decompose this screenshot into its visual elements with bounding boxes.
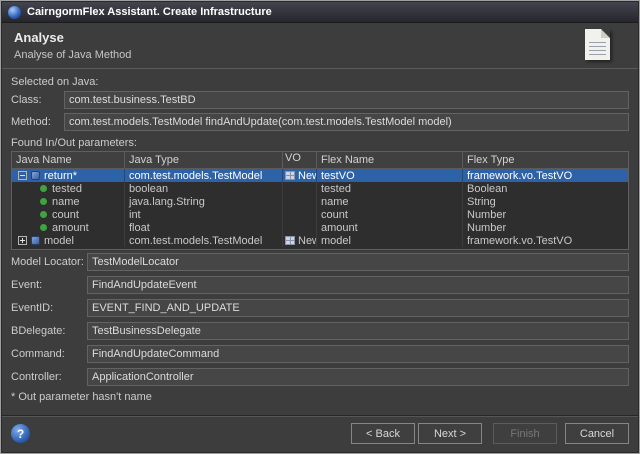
app-icon bbox=[8, 5, 21, 19]
page-subtitle: Analyse of Java Method bbox=[14, 49, 132, 61]
java-name: model bbox=[44, 234, 74, 247]
vo-new-icon bbox=[285, 171, 295, 180]
flex-name: tested bbox=[321, 182, 351, 195]
wizard-dialog: CairngormFlex Assistant. Create Infrastr… bbox=[0, 0, 640, 454]
table-row-return[interactable]: return* com.test.models.TestModel New te… bbox=[12, 169, 628, 182]
eventid-row: EventID: bbox=[11, 299, 629, 317]
event-row: Event: bbox=[11, 276, 629, 294]
class-row: Class: bbox=[11, 91, 629, 109]
vo-value: New bbox=[298, 169, 316, 182]
event-label: Event: bbox=[11, 279, 43, 291]
col-vo[interactable]: VO bbox=[283, 152, 317, 168]
controller-row: Controller: bbox=[11, 368, 629, 386]
cancel-button[interactable]: Cancel bbox=[565, 423, 629, 444]
wizard-header: Analyse Analyse of Java Method bbox=[2, 23, 638, 69]
flex-type: framework.vo.TestVO bbox=[467, 234, 573, 247]
java-type: com.test.models.TestModel bbox=[129, 234, 263, 247]
vo-new-icon bbox=[285, 236, 295, 245]
col-flex-name[interactable]: Flex Name bbox=[317, 152, 463, 168]
command-input[interactable] bbox=[87, 345, 629, 363]
flex-type: framework.vo.TestVO bbox=[467, 169, 573, 182]
table-row-model[interactable]: model com.test.models.TestModel New mode… bbox=[12, 234, 628, 247]
parameter-icon bbox=[40, 224, 47, 231]
col-java-type[interactable]: Java Type bbox=[125, 152, 283, 168]
separator bbox=[2, 415, 638, 417]
parameter-icon bbox=[40, 185, 47, 192]
java-type: java.lang.String bbox=[129, 195, 205, 208]
event-input[interactable] bbox=[87, 276, 629, 294]
help-icon: ? bbox=[16, 426, 25, 441]
footnote: * Out parameter hasn't name bbox=[11, 391, 152, 403]
expand-icon[interactable] bbox=[18, 236, 27, 245]
flex-name: count bbox=[321, 208, 348, 221]
java-type: int bbox=[129, 208, 141, 221]
document-icon bbox=[585, 29, 610, 60]
java-name: count bbox=[52, 208, 79, 221]
java-type: float bbox=[129, 221, 150, 234]
help-button[interactable]: ? bbox=[11, 424, 30, 443]
controller-label: Controller: bbox=[11, 371, 62, 383]
model-locator-label: Model Locator: bbox=[11, 256, 84, 268]
controller-input[interactable] bbox=[87, 368, 629, 386]
java-name: return* bbox=[44, 169, 78, 182]
command-label: Command: bbox=[11, 348, 65, 360]
table-row-amount[interactable]: amount float amount Number bbox=[12, 221, 628, 234]
vo-value: New bbox=[298, 234, 316, 247]
flex-type: Boolean bbox=[467, 182, 508, 195]
class-icon bbox=[31, 236, 40, 245]
table-row-tested[interactable]: tested boolean tested Boolean bbox=[12, 182, 628, 195]
model-locator-row: Model Locator: bbox=[11, 253, 629, 271]
flex-type: Number bbox=[467, 208, 507, 221]
finish-button[interactable]: Finish bbox=[493, 423, 557, 444]
flex-type: String bbox=[467, 195, 496, 208]
collapse-icon[interactable] bbox=[18, 171, 27, 180]
page-title: Analyse bbox=[14, 30, 64, 45]
java-type: com.test.models.TestModel bbox=[129, 169, 263, 182]
flex-type: Number bbox=[467, 221, 507, 234]
table-row-count[interactable]: count int count Number bbox=[12, 208, 628, 221]
method-input[interactable] bbox=[64, 113, 629, 131]
java-name: tested bbox=[52, 182, 82, 195]
next-button[interactable]: Next > bbox=[418, 423, 482, 444]
back-button[interactable]: < Back bbox=[351, 423, 415, 444]
parameters-label: Found In/Out parameters: bbox=[11, 137, 137, 149]
model-locator-input[interactable] bbox=[87, 253, 629, 271]
eventid-input[interactable] bbox=[87, 299, 629, 317]
flex-name: testVO bbox=[321, 169, 355, 182]
class-icon bbox=[31, 171, 40, 180]
command-row: Command: bbox=[11, 345, 629, 363]
parameter-icon bbox=[40, 198, 47, 205]
bdelegate-input[interactable] bbox=[87, 322, 629, 340]
flex-name: name bbox=[321, 195, 349, 208]
java-name: name bbox=[52, 195, 80, 208]
method-row: Method: bbox=[11, 113, 629, 131]
selected-on-java-label: Selected on Java: bbox=[11, 76, 99, 88]
parameter-icon bbox=[40, 211, 47, 218]
bdelegate-label: BDelegate: bbox=[11, 325, 66, 337]
window-title: CairngormFlex Assistant. Create Infrastr… bbox=[27, 6, 272, 18]
eventid-label: EventID: bbox=[11, 302, 54, 314]
flex-name: model bbox=[321, 234, 351, 247]
class-label: Class: bbox=[11, 94, 42, 106]
table-row-name[interactable]: name java.lang.String name String bbox=[12, 195, 628, 208]
class-input[interactable] bbox=[64, 91, 629, 109]
col-flex-type[interactable]: Flex Type bbox=[463, 152, 628, 168]
table-empty-area bbox=[12, 247, 628, 249]
bdelegate-row: BDelegate: bbox=[11, 322, 629, 340]
flex-name: amount bbox=[321, 221, 358, 234]
title-bar[interactable]: CairngormFlex Assistant. Create Infrastr… bbox=[2, 2, 638, 23]
method-label: Method: bbox=[11, 116, 51, 128]
java-name: amount bbox=[52, 221, 89, 234]
button-bar: < Back Next > Finish Cancel bbox=[351, 423, 629, 444]
java-type: boolean bbox=[129, 182, 169, 195]
col-java-name[interactable]: Java Name bbox=[12, 152, 125, 168]
parameters-table: Java Name Java Type VO Flex Name Flex Ty… bbox=[11, 151, 629, 250]
table-header: Java Name Java Type VO Flex Name Flex Ty… bbox=[12, 152, 628, 169]
